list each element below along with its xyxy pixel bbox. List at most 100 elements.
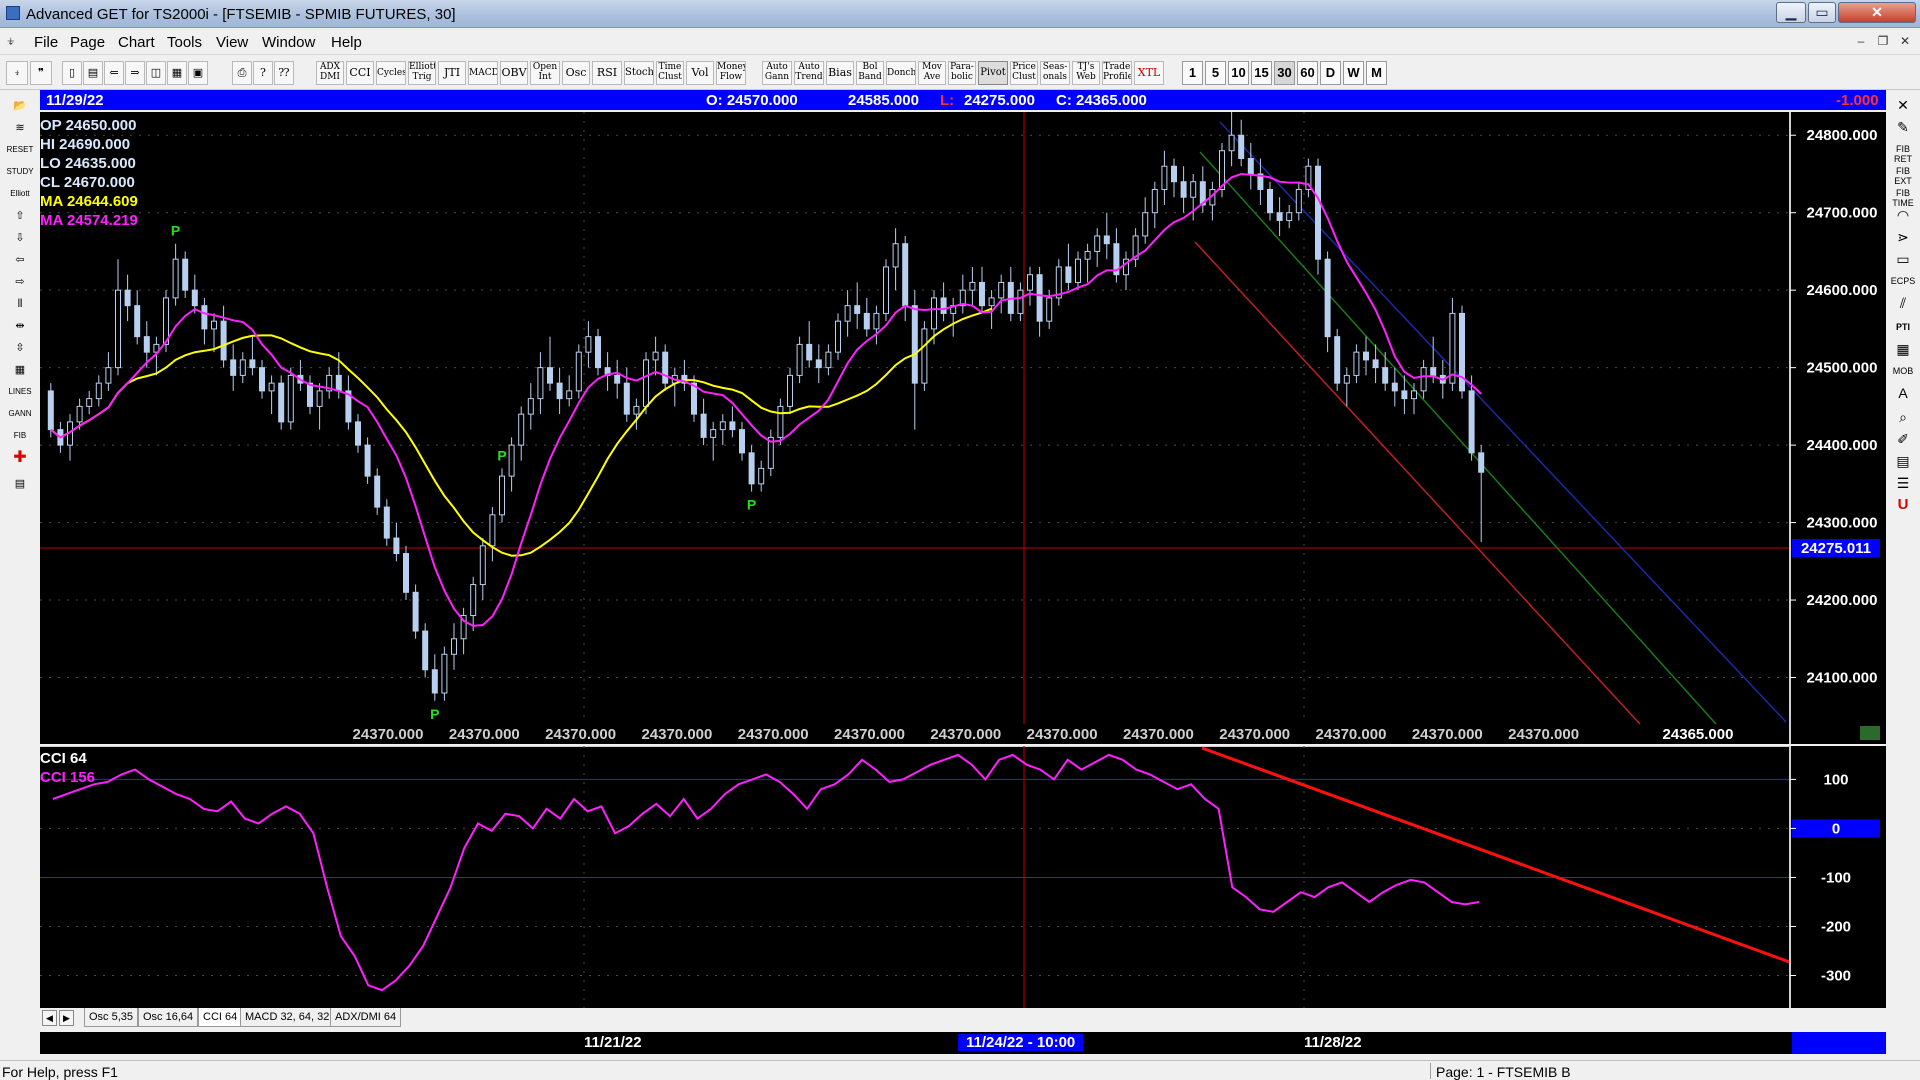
timeframe-10[interactable]: 10 xyxy=(1228,61,1249,85)
study-osc-button[interactable]: Osc xyxy=(562,61,590,85)
timeframe-5[interactable]: 5 xyxy=(1205,61,1226,85)
ellipse-icon[interactable]: ECPS xyxy=(1890,276,1916,296)
study-obv-button[interactable]: OBV xyxy=(500,61,528,85)
print-icon[interactable]: ⎙ xyxy=(232,61,252,85)
channel-lower-line[interactable] xyxy=(1194,241,1641,725)
cci-indicator-panel[interactable]: 100 0 -100 -200 -300 CCI 64 CCI 156 xyxy=(40,745,1886,1008)
lines-icon[interactable]: LINES xyxy=(6,382,34,402)
menu-file[interactable]: File xyxy=(34,34,58,51)
study-cycles-button[interactable]: Cycles xyxy=(376,61,406,85)
study-rsi-button[interactable]: RSI xyxy=(592,61,622,85)
quote-tool-icon[interactable]: ❞ xyxy=(30,61,52,85)
tab-macd[interactable]: MACD 32, 64, 32 xyxy=(240,1008,335,1027)
undo-u-icon[interactable]: U xyxy=(1890,497,1916,520)
fan-icon[interactable]: ⋗ xyxy=(1890,230,1916,252)
channel-middle-line[interactable] xyxy=(1199,151,1717,725)
open-icon[interactable]: ▤ xyxy=(83,61,103,85)
auto-gann-button[interactable]: Auto Gann xyxy=(762,61,792,85)
study-money-flow-button[interactable]: Money Flow xyxy=(716,61,746,85)
pti-icon[interactable]: PTI xyxy=(1890,322,1916,342)
fib-ext-icon[interactable]: FIB EXT xyxy=(1890,166,1916,186)
cci-trendline[interactable] xyxy=(1201,746,1807,970)
fib-icon[interactable]: FIB xyxy=(6,426,34,446)
menu-view[interactable]: View xyxy=(216,34,248,51)
study-time-clust-button[interactable]: Time Clust xyxy=(656,61,684,85)
bol-band-button[interactable]: Bol Band xyxy=(856,61,884,85)
close-button[interactable]: ✕ xyxy=(1838,2,1916,23)
tab-osc-5-35[interactable]: Osc 5,35 xyxy=(84,1008,139,1027)
zoom-icon[interactable]: ⌕ xyxy=(1890,410,1916,432)
context-help-icon[interactable]: ⁇ xyxy=(274,61,294,85)
gann-icon[interactable]: GANN xyxy=(6,404,34,424)
open-folder-icon[interactable]: 📂 xyxy=(6,96,34,116)
save-template-icon[interactable]: ▤ xyxy=(6,474,34,494)
fib-ret-icon[interactable]: FIB RET xyxy=(1890,144,1916,164)
layout-icon[interactable]: ▣ xyxy=(188,61,208,85)
study-cci-button[interactable]: CCI xyxy=(346,61,374,85)
timeframe-15[interactable]: 15 xyxy=(1251,61,1272,85)
wave-icon[interactable]: ≋ xyxy=(6,118,34,138)
forward-icon[interactable]: ⇒ xyxy=(125,61,145,85)
arrow-down-icon[interactable]: ⇩ xyxy=(6,228,34,248)
back-icon[interactable]: ⇐ xyxy=(104,61,124,85)
mob-icon[interactable]: MOB xyxy=(1890,366,1916,386)
mov-ave-button[interactable]: Mov Ave xyxy=(918,61,946,85)
elliott-icon[interactable]: Elliott xyxy=(6,184,34,204)
pivot-button[interactable]: Pivot xyxy=(978,61,1008,85)
timeframe-d[interactable]: D xyxy=(1320,61,1341,85)
letter-a-icon[interactable]: A xyxy=(1890,386,1916,408)
tab-scroll-left-icon[interactable]: ◀ xyxy=(42,1010,57,1026)
price-clust-button[interactable]: Price Clust xyxy=(1010,61,1038,85)
arrow-left-icon[interactable]: ⇦ xyxy=(6,250,34,270)
tab-scroll-right-icon[interactable]: ▶ xyxy=(59,1010,74,1026)
price-chart-panel[interactable]: P P P P 24800.000 24700.000 24600.000 24500.00… xyxy=(40,112,1886,744)
xtl-button[interactable]: XTL xyxy=(1134,61,1164,85)
study-vol-button[interactable]: Vol xyxy=(686,61,714,85)
time-axis-scroll-box[interactable] xyxy=(1792,1032,1886,1054)
mdi-minimize-button[interactable]: ‒ xyxy=(1850,33,1872,51)
grid-tool-icon[interactable]: ▦ xyxy=(6,360,34,380)
bars-icon[interactable]: ⫴ xyxy=(6,294,34,314)
tab-osc-16-64[interactable]: Osc 16,64 xyxy=(138,1008,199,1027)
menu-page[interactable]: Page xyxy=(70,34,105,51)
study-adx-dmi-button[interactable]: ADX DMI xyxy=(316,61,344,85)
timeframe-30[interactable]: 30 xyxy=(1274,61,1295,85)
trade-profile-button[interactable]: Trade Profile xyxy=(1102,61,1132,85)
menu-chart[interactable]: Chart xyxy=(118,34,155,51)
menu-help[interactable]: Help xyxy=(331,34,362,51)
menu-tools[interactable]: Tools xyxy=(167,34,202,51)
menu-window[interactable]: Window xyxy=(262,34,315,51)
mdi-restore-button[interactable]: ❐ xyxy=(1872,33,1894,51)
box-icon[interactable]: ▭ xyxy=(1890,252,1916,274)
close-study-icon[interactable]: ✕ xyxy=(1890,98,1916,120)
mdi-close-button[interactable]: ✕ xyxy=(1894,33,1916,51)
parabolic-button[interactable]: Para-bolic xyxy=(948,61,976,85)
channel-upper-line[interactable] xyxy=(1219,121,1787,723)
arc-icon[interactable]: ◠ xyxy=(1890,208,1916,230)
arrow-right-icon[interactable]: ⇨ xyxy=(6,272,34,292)
timeframe-60[interactable]: 60 xyxy=(1297,61,1318,85)
price-chart-svg[interactable]: P P P P 24800.000 24700.000 24600.000 24500.00… xyxy=(40,112,1886,744)
seasonals-button[interactable]: Seas-onals xyxy=(1040,61,1070,85)
grid-right-icon[interactable]: ▦ xyxy=(1890,342,1916,364)
list-icon[interactable]: ☰ xyxy=(1890,476,1916,498)
pointer-tool-icon[interactable]: ⍖ xyxy=(6,61,28,85)
channel-icon[interactable]: ⫽ xyxy=(1890,296,1916,318)
paint-icon[interactable]: ✐ xyxy=(1890,432,1916,454)
study-icon[interactable]: STUDY xyxy=(6,162,34,182)
table-icon[interactable]: ▤ xyxy=(1890,454,1916,476)
auto-trend-button[interactable]: Auto Trend xyxy=(794,61,824,85)
expand-horizontal-icon[interactable]: ⇹ xyxy=(6,316,34,336)
timeframe-m[interactable]: M xyxy=(1366,61,1387,85)
pencil-icon[interactable]: ✎ xyxy=(1890,120,1916,142)
bias-button[interactable]: Bias xyxy=(826,61,854,85)
tjs-web-button[interactable]: TJ's Web xyxy=(1072,61,1100,85)
minimize-button[interactable]: ▁ xyxy=(1776,2,1806,23)
study-stoch-button[interactable]: Stoch xyxy=(624,61,654,85)
grid-icon[interactable]: ▦ xyxy=(167,61,187,85)
expand-vertical-icon[interactable]: ⇳ xyxy=(6,338,34,358)
reset-icon[interactable]: RESET xyxy=(6,140,34,160)
maximize-button[interactable]: ▭ xyxy=(1808,2,1836,23)
study-open-int-button[interactable]: Open Int xyxy=(530,61,560,85)
timeframe-1[interactable]: 1 xyxy=(1182,61,1203,85)
